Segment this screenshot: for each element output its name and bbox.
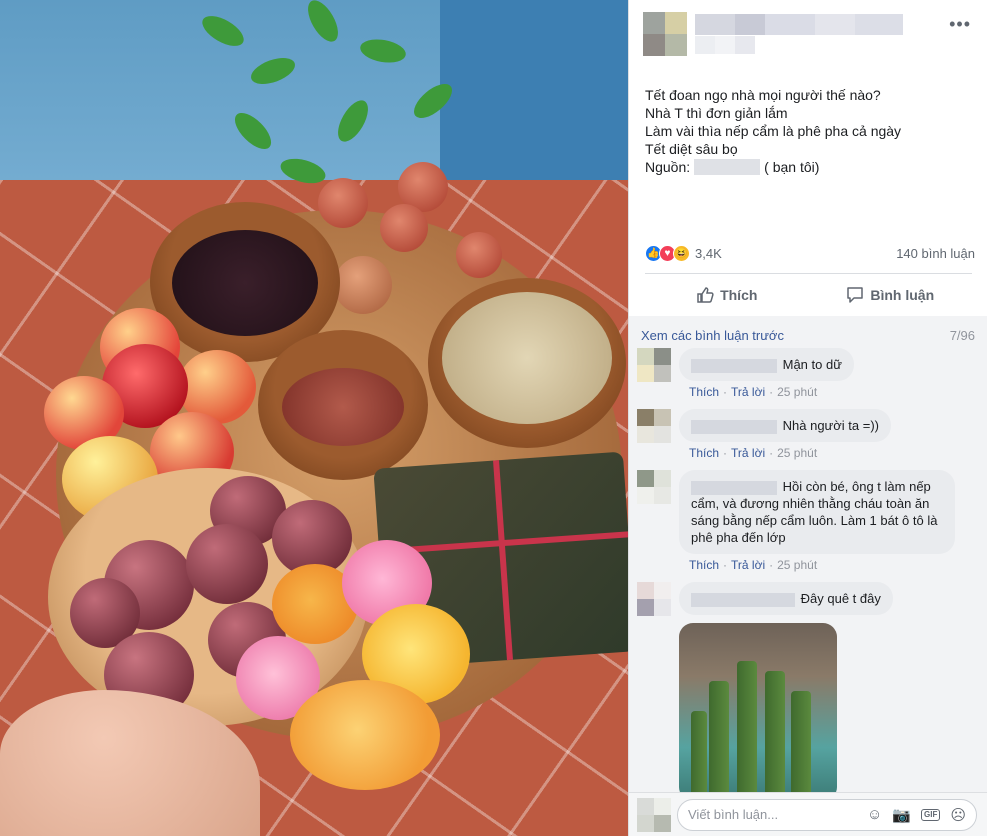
comment-time: 25 phút bbox=[777, 558, 818, 572]
commenter-avatar[interactable] bbox=[637, 582, 671, 616]
comment-bubble: Nhà người ta =)) bbox=[679, 409, 891, 442]
comment-photo[interactable] bbox=[679, 623, 837, 792]
commenter-name-blurred[interactable] bbox=[691, 480, 777, 495]
like-label: Thích bbox=[720, 287, 758, 303]
comment-label: Bình luận bbox=[870, 287, 935, 303]
haha-reaction-icon: 😆 bbox=[673, 244, 690, 262]
comment-reply-link[interactable]: Trả lời bbox=[731, 385, 765, 399]
camera-icon[interactable]: 📷 bbox=[892, 806, 911, 824]
comment-reply-link[interactable]: Trả lời bbox=[731, 446, 765, 460]
commenter-avatar[interactable] bbox=[637, 348, 671, 382]
comment-text: Đây quê t đây bbox=[800, 591, 881, 606]
current-user-avatar bbox=[637, 798, 671, 832]
post-photo[interactable] bbox=[0, 0, 628, 836]
view-previous-comments-link[interactable]: Xem các bình luận trước bbox=[641, 328, 784, 343]
caption-line: Làm vài thìa nếp cẩm là phê pha cả ngày bbox=[645, 123, 902, 139]
commenter-avatar[interactable] bbox=[637, 409, 671, 443]
comment-meta: Thích · Trả lời · 25 phút bbox=[689, 446, 818, 460]
composer-tools: ☺ 📷 GIF ☹ bbox=[867, 806, 966, 824]
comment-time: 25 phút bbox=[777, 385, 818, 399]
photo-rice-bowl bbox=[428, 278, 626, 448]
comment-item: Nhà người ta =)) Thích · Trả lời · 25 phút bbox=[629, 409, 987, 460]
comment-time: 25 phút bbox=[777, 446, 818, 460]
comment-bubble: Hồi còn bé, ông t làm nếp cẩm, và đương … bbox=[679, 470, 955, 554]
divider bbox=[645, 273, 972, 274]
commenter-name-blurred[interactable] bbox=[691, 419, 777, 434]
comment-input-box: ☺ 📷 GIF ☹ bbox=[677, 798, 977, 831]
post-caption: Tết đoan ngọ nhà mọi người thế nào? Nhà … bbox=[629, 72, 987, 176]
photo-wine-cup bbox=[258, 330, 428, 480]
author-name-blurred[interactable] bbox=[695, 14, 903, 35]
comment-bubble: Đây quê t đây bbox=[679, 582, 893, 615]
comment-composer: ☺ 📷 GIF ☹ bbox=[629, 792, 987, 836]
commenter-name-blurred[interactable] bbox=[691, 592, 795, 607]
source-name-blurred bbox=[694, 159, 761, 175]
photo-rose-orange bbox=[290, 680, 440, 790]
comment-reply-link[interactable]: Trả lời bbox=[731, 558, 765, 572]
comment-meta: Thích · Trả lời · 25 phút bbox=[689, 385, 818, 399]
post-stats: 👍 ♥ 😆 3,4K 140 bình luận bbox=[645, 242, 975, 264]
caption-line: Tết đoan ngọ nhà mọi người thế nào? bbox=[645, 87, 881, 103]
gif-icon[interactable]: GIF bbox=[921, 808, 941, 821]
comments-counter: 7/96 bbox=[949, 327, 975, 343]
author-meta-blurred bbox=[695, 36, 755, 54]
post-viewer: ••• Tết đoan ngọ nhà mọi người thế nào? … bbox=[0, 0, 987, 836]
source-suffix: ( bạn tôi) bbox=[764, 159, 820, 175]
comment-item: Hồi còn bé, ông t làm nếp cẩm, và đương … bbox=[629, 470, 987, 572]
photo-lychee bbox=[380, 204, 428, 252]
comment-like-link[interactable]: Thích bbox=[689, 446, 719, 460]
comment-meta: Thích · Trả lời · 25 phút bbox=[689, 558, 818, 572]
reaction-summary[interactable]: 👍 ♥ 😆 3,4K bbox=[645, 244, 722, 262]
photo-lychee bbox=[318, 178, 368, 228]
comment-input[interactable] bbox=[688, 807, 867, 822]
post-header: ••• bbox=[629, 0, 987, 60]
reaction-count: 3,4K bbox=[695, 245, 722, 261]
comment-item: Đây quê t đây bbox=[629, 582, 987, 792]
commenter-avatar[interactable] bbox=[637, 470, 671, 504]
photo-lychee bbox=[456, 232, 502, 278]
source-label: Nguồn: bbox=[645, 159, 691, 175]
photo-lychee bbox=[334, 256, 392, 314]
commenter-name-blurred[interactable] bbox=[691, 358, 777, 373]
comment-icon bbox=[847, 287, 864, 303]
author-avatar[interactable] bbox=[643, 12, 687, 56]
thumbs-up-icon bbox=[697, 287, 714, 303]
caption-line: Nhà T thì đơn giản lắm bbox=[645, 105, 788, 121]
caption-source-line: Nguồn: ( bạn tôi) bbox=[645, 158, 971, 176]
caption-line: Tết diệt sâu bọ bbox=[645, 141, 738, 157]
photo-plum bbox=[186, 524, 268, 604]
comment-item: Mận to dữ Thích · Trả lời · 25 phút bbox=[629, 348, 987, 399]
comment-count[interactable]: 140 bình luận bbox=[896, 246, 975, 261]
post-sidebar: ••• Tết đoan ngọ nhà mọi người thế nào? … bbox=[628, 0, 987, 836]
comment-button[interactable]: Bình luận bbox=[809, 278, 973, 312]
comment-text: Mận to dữ bbox=[782, 357, 842, 372]
comment-bubble: Mận to dữ bbox=[679, 348, 854, 381]
post-options-button[interactable]: ••• bbox=[949, 14, 971, 35]
comment-like-link[interactable]: Thích bbox=[689, 558, 719, 572]
sticker-icon[interactable]: ☹ bbox=[950, 806, 966, 824]
comment-like-link[interactable]: Thích bbox=[689, 385, 719, 399]
emoji-icon[interactable]: ☺ bbox=[867, 806, 882, 823]
comments-section: Xem các bình luận trước 7/96 Mận to dữ T… bbox=[629, 316, 987, 792]
like-button[interactable]: Thích bbox=[645, 278, 809, 312]
post-actions: Thích Bình luận bbox=[645, 278, 972, 312]
comment-text: Nhà người ta =)) bbox=[782, 418, 879, 433]
